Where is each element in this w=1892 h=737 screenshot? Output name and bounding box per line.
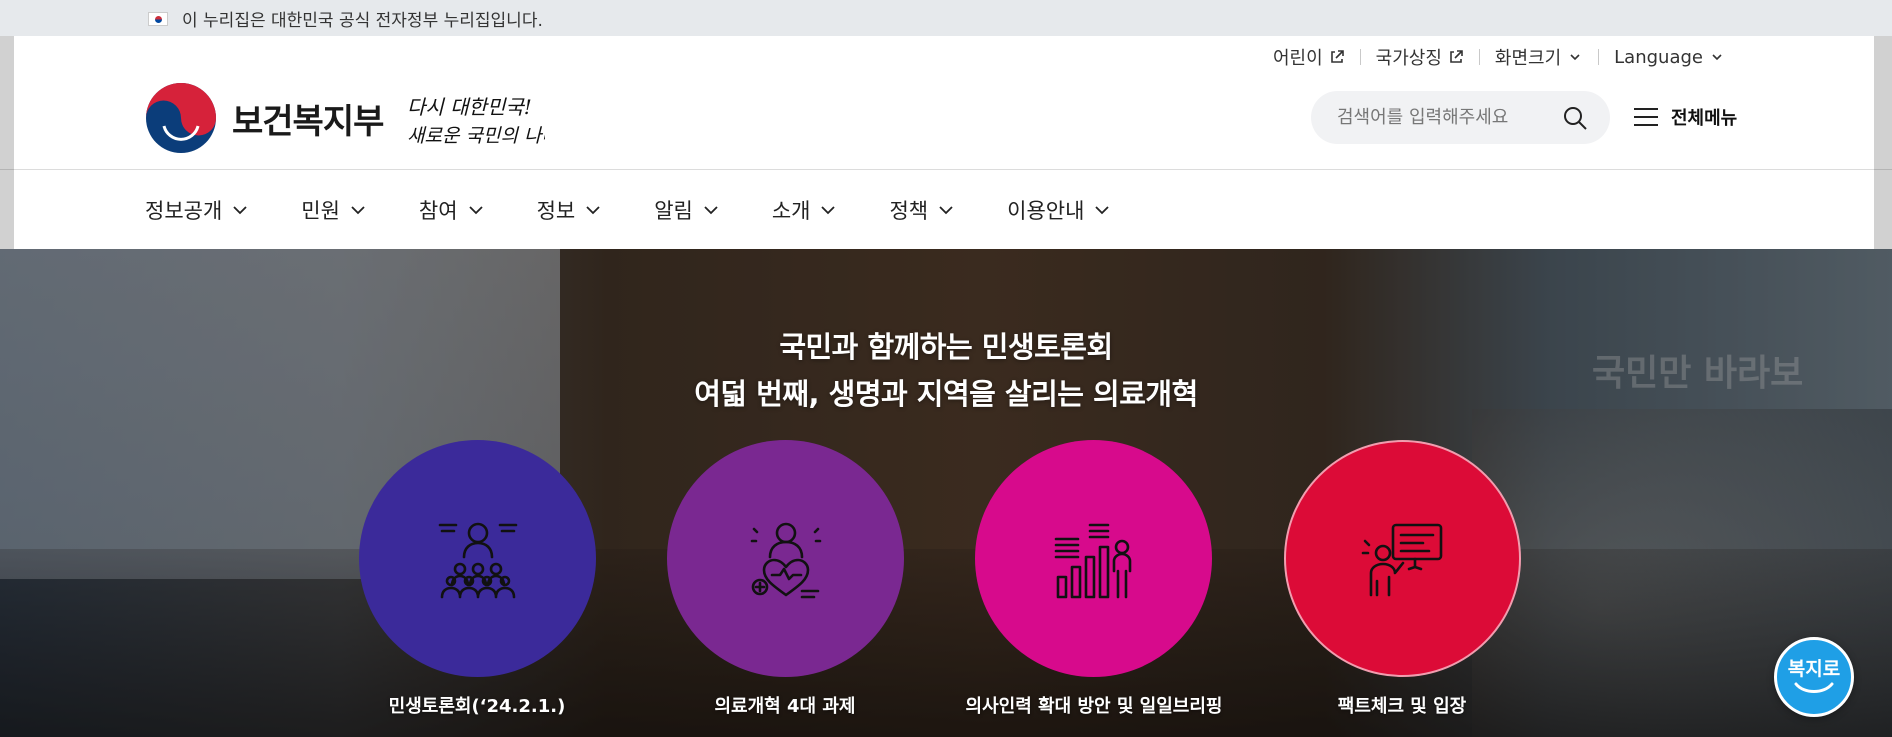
ministry-name: 보건복지부	[232, 101, 384, 142]
language-label: Language	[1614, 46, 1703, 68]
hero-circle-town-hall[interactable]	[359, 440, 596, 677]
hamburger-icon	[1634, 108, 1658, 126]
national-symbols-label: 국가상징	[1375, 48, 1442, 69]
slogan-calligraphy: 다시 대한민국! 새로운 국민의 나라	[407, 95, 545, 147]
chevron-down-icon	[351, 205, 365, 214]
utility-links: 어린이 국가상징 화면크기 Language	[1258, 44, 1740, 70]
smile-icon	[1794, 682, 1834, 693]
gnb-label: 민원	[301, 198, 340, 223]
gnb-item-information[interactable]: 정보	[537, 195, 602, 225]
search-icon[interactable]	[1562, 105, 1588, 131]
chevron-down-icon	[1095, 205, 1110, 214]
gnb-label: 정보	[536, 198, 576, 223]
gnb-item-civil-service[interactable]: 민원	[301, 195, 366, 225]
language-dropdown[interactable]: Language	[1599, 47, 1740, 68]
bokjiro-floating-button[interactable]: 복지로	[1774, 637, 1854, 717]
screen-size-label: 화면크기	[1494, 48, 1562, 69]
gnb-label: 정책	[889, 198, 929, 223]
main-navigation: 정보공개 민원 참여 정보 알림 소개 정책 이용안내	[145, 170, 1110, 249]
gnb-label: 알림	[654, 198, 693, 223]
chevron-down-icon	[1712, 54, 1722, 61]
hero-circle-fact-check[interactable]	[1284, 440, 1521, 677]
ministry-logo[interactable]: 보건복지부	[144, 82, 384, 154]
chevron-down-icon	[1570, 54, 1580, 61]
search-input[interactable]	[1337, 107, 1562, 128]
screen-size-dropdown[interactable]: 화면크기	[1480, 44, 1598, 70]
kids-link[interactable]: 어린이	[1258, 44, 1360, 70]
presentation-board-icon	[1361, 523, 1442, 596]
overlay-edge-left	[0, 36, 14, 249]
chevron-down-icon	[821, 205, 836, 214]
gnb-label: 이용안내	[1007, 198, 1085, 223]
gnb-label: 참여	[418, 198, 458, 223]
gov-notice-text: 이 누리집은 대한민국 공식 전자정부 누리집입니다.	[182, 11, 543, 31]
chevron-down-icon	[233, 205, 247, 214]
gnb-label: 소개	[771, 198, 811, 223]
svg-text:새로운 국민의 나라: 새로운 국민의 나라	[407, 125, 545, 147]
chevron-down-icon	[586, 205, 600, 214]
hero-shade	[0, 249, 1892, 737]
gnb-item-about[interactable]: 소개	[772, 195, 837, 225]
hero-circle-label[interactable]: 의사인력 확대 방안 및 일일브리핑	[924, 692, 1264, 718]
bokjiro-label: 복지로	[1787, 658, 1841, 680]
gnb-item-policy[interactable]: 정책	[889, 195, 954, 225]
all-menu-label: 전체메뉴	[1671, 108, 1738, 129]
gnb-item-participation[interactable]: 참여	[419, 195, 484, 225]
external-link-icon	[1330, 50, 1344, 63]
doctor-heart-icon	[750, 522, 821, 598]
hero-title-line2: 여덟 번째, 생명과 지역을 살리는 의료개혁	[694, 377, 1198, 411]
hero-circle-label[interactable]: 민생토론회(‘24.2.1.)	[307, 692, 647, 718]
growth-chart-person-icon	[1054, 523, 1131, 598]
korea-flag-icon	[148, 11, 168, 26]
national-symbols-link[interactable]: 국가상징	[1361, 44, 1479, 70]
svg-text:다시 대한민국!: 다시 대한민국!	[407, 95, 532, 119]
chevron-down-icon	[468, 205, 483, 214]
chevron-down-icon	[704, 205, 718, 214]
hero-circle-label[interactable]: 의료개혁 4대 과제	[615, 692, 955, 718]
gov-notice-bar: 이 누리집은 대한민국 공식 전자정부 누리집입니다.	[0, 0, 1892, 36]
gnb-item-info-disclosure[interactable]: 정보공개	[145, 195, 248, 225]
audience-speaker-icon	[438, 522, 517, 598]
hero-circle-label[interactable]: 팩트체크 및 입장	[1232, 692, 1572, 718]
hero-title-line1: 국민과 함께하는 민생토론회	[779, 330, 1113, 364]
gnb-item-guide[interactable]: 이용안내	[1007, 195, 1110, 225]
gnb-label: 정보공개	[145, 198, 223, 223]
external-link-icon	[1450, 50, 1463, 63]
gnb-item-notice[interactable]: 알림	[654, 195, 719, 225]
all-menu-button[interactable]: 전체메뉴	[1633, 104, 1737, 130]
search-box	[1311, 91, 1610, 144]
taegeuk-emblem-icon	[146, 83, 216, 153]
overlay-edge-right	[1874, 36, 1892, 249]
chevron-down-icon	[939, 205, 953, 214]
hero-circle-reform-tasks[interactable]	[667, 440, 904, 677]
hero-circle-briefing[interactable]	[975, 440, 1212, 677]
hero-banner: 국민만 바라보 국민과 함께하는 민생토론회 여덟 번째, 생명과 지역을 살리…	[0, 249, 1892, 737]
kids-link-label: 어린이	[1272, 48, 1323, 69]
